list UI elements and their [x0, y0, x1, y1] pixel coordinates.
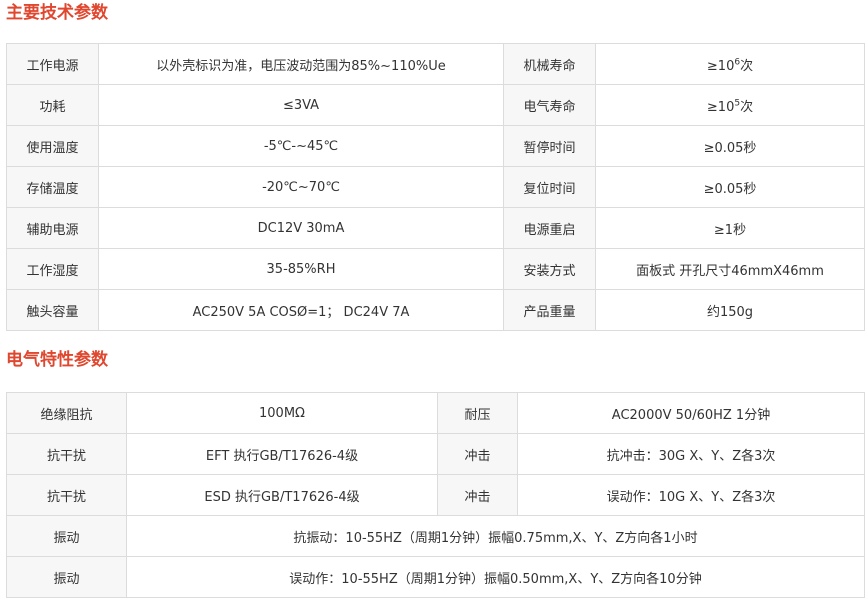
spec-label: 振动: [6, 515, 127, 557]
spec-value: 误动作：10G X、Y、Z各3次: [517, 474, 865, 516]
spec-value: 35-85%RH: [98, 248, 504, 290]
table-row: 辅助电源 DC12V 30mA 电源重启 ≥1秒: [6, 207, 865, 249]
spec-label: 安装方式: [503, 248, 596, 290]
table-row: 抗干扰 EFT 执行GB/T17626-4级 冲击 抗冲击：30G X、Y、Z各…: [6, 433, 865, 475]
spec-value: ≥0.05秒: [595, 166, 865, 208]
spec-label: 功耗: [6, 84, 99, 126]
spec-label: 工作电源: [6, 43, 99, 85]
spec-value: 100MΩ: [126, 392, 438, 434]
spec-label: 耐压: [437, 392, 518, 434]
section-title-main-specs: 主要技术参数: [6, 3, 108, 23]
spec-value-base: ≥10: [706, 58, 735, 74]
spec-value: AC250V 5A COSØ=1； DC24V 7A: [98, 289, 504, 331]
spec-label: 存储温度: [6, 166, 99, 208]
main-specs-table: 工作电源 以外壳标识为准，电压波动范围为85%~110%Ue 机械寿命 ≥106…: [6, 43, 865, 331]
spec-value: -5℃-~45℃: [98, 125, 504, 167]
spec-value: 抗振动：10-55HZ（周期1分钟）振幅0.75mm,X、Y、Z方向各1小时: [126, 515, 865, 557]
spec-label: 冲击: [437, 433, 518, 475]
spec-value: -20℃~70℃: [98, 166, 504, 208]
table-row: 使用温度 -5℃-~45℃ 暂停时间 ≥0.05秒: [6, 125, 865, 167]
table-row: 抗干扰 ESD 执行GB/T17626-4级 冲击 误动作：10G X、Y、Z各…: [6, 474, 865, 516]
spec-label: 振动: [6, 556, 127, 598]
spec-value: DC12V 30mA: [98, 207, 504, 249]
spec-value: AC2000V 50/60HZ 1分钟: [517, 392, 865, 434]
table-row: 触头容量 AC250V 5A COSØ=1； DC24V 7A 产品重量 约15…: [6, 289, 865, 331]
spec-value: 面板式 开孔尺寸46mmX46mm: [595, 248, 865, 290]
table-row: 存储温度 -20℃~70℃ 复位时间 ≥0.05秒: [6, 166, 865, 208]
spec-label: 冲击: [437, 474, 518, 516]
section-title-electrical-specs: 电气特性参数: [6, 350, 108, 370]
spec-label: 辅助电源: [6, 207, 99, 249]
table-row: 振动 抗振动：10-55HZ（周期1分钟）振幅0.75mm,X、Y、Z方向各1小…: [6, 515, 865, 557]
table-row: 工作电源 以外壳标识为准，电压波动范围为85%~110%Ue 机械寿命 ≥106…: [6, 43, 865, 85]
spec-value: EFT 执行GB/T17626-4级: [126, 433, 438, 475]
spec-value-unit: 次: [740, 58, 754, 74]
table-row: 功耗 ≤3VA 电气寿命 ≥105次: [6, 84, 865, 126]
spec-label: 产品重量: [503, 289, 596, 331]
spec-value: ESD 执行GB/T17626-4级: [126, 474, 438, 516]
table-row: 工作湿度 35-85%RH 安装方式 面板式 开孔尺寸46mmX46mm: [6, 248, 865, 290]
spec-value: 抗冲击：30G X、Y、Z各3次: [517, 433, 865, 475]
spec-value: 约150g: [595, 289, 865, 331]
spec-label: 触头容量: [6, 289, 99, 331]
spec-value-unit: 次: [740, 99, 754, 115]
spec-label: 电源重启: [503, 207, 596, 249]
spec-label: 使用温度: [6, 125, 99, 167]
spec-value: ≥1秒: [595, 207, 865, 249]
table-row: 绝缘阻抗 100MΩ 耐压 AC2000V 50/60HZ 1分钟: [6, 392, 865, 434]
spec-label: 工作湿度: [6, 248, 99, 290]
spec-value: ≤3VA: [98, 84, 504, 126]
spec-label: 抗干扰: [6, 474, 127, 516]
spec-label: 绝缘阻抗: [6, 392, 127, 434]
spec-label: 抗干扰: [6, 433, 127, 475]
spec-label: 机械寿命: [503, 43, 596, 85]
spec-value-base: ≥10: [706, 99, 735, 115]
spec-value: ≥106次: [595, 43, 865, 85]
spec-label: 复位时间: [503, 166, 596, 208]
table-row: 振动 误动作：10-55HZ（周期1分钟）振幅0.50mm,X、Y、Z方向各10…: [6, 556, 865, 598]
spec-value: ≥105次: [595, 84, 865, 126]
spec-label: 暂停时间: [503, 125, 596, 167]
spec-value: 误动作：10-55HZ（周期1分钟）振幅0.50mm,X、Y、Z方向各10分钟: [126, 556, 865, 598]
spec-value: ≥0.05秒: [595, 125, 865, 167]
electrical-specs-table: 绝缘阻抗 100MΩ 耐压 AC2000V 50/60HZ 1分钟 抗干扰 EF…: [6, 392, 865, 598]
spec-label: 电气寿命: [503, 84, 596, 126]
spec-value: 以外壳标识为准，电压波动范围为85%~110%Ue: [98, 43, 504, 85]
